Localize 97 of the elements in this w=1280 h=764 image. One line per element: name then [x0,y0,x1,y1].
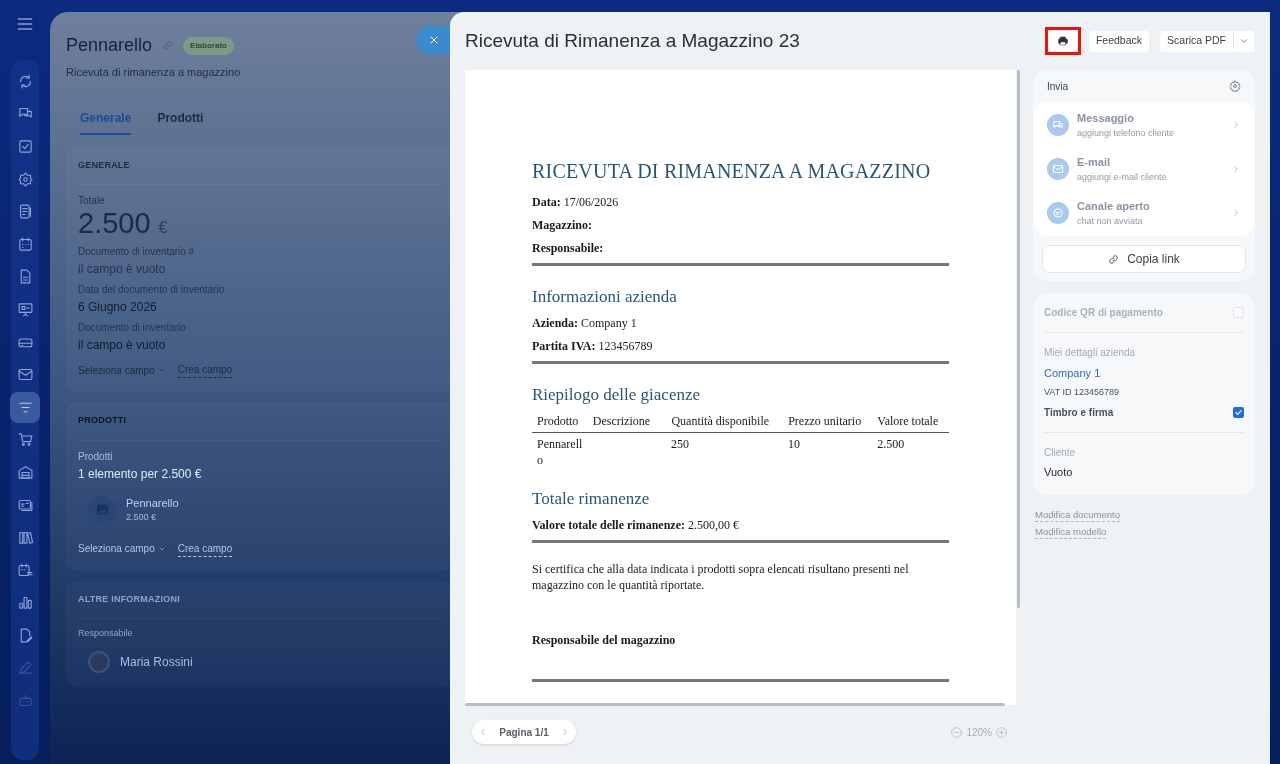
link-icon [1108,253,1120,265]
calendar-icon [16,235,34,253]
section-heading: Riepilogo delle giacenze [532,383,702,406]
signature-label: Responsabile del magazzino [532,631,677,649]
channel-hint: chat non avviata [1077,214,1143,228]
section-heading: Informazioni azienda [532,286,678,308]
chevron-left-icon [478,727,488,737]
field-label: Cliente [1044,446,1077,460]
field-label: Miei dettagli azienda [1044,346,1137,360]
checkbox-icon [16,138,34,155]
table-cell-text: Pennarello [536,436,584,468]
tab[interactable]: Prodotti [157,108,204,135]
field-value: 6 Giugno 2026 [78,299,157,316]
setting-label: Timbro e firma [1044,406,1114,420]
field-label: Data del documento di inventario [78,283,225,297]
certification-text: Si certifica che alla data indicata i prodotti sopra elencati risultano presenti nel magazzino con le quantità riportate. [532,560,910,593]
check-icon [1234,408,1243,417]
document-field: Data: 17/06/2026 [532,194,950,210]
send-title: Invia [1047,79,1069,94]
plus-circle-icon [995,725,1008,739]
schedule-icon [16,561,34,579]
presentation-icon [16,300,34,318]
field-label: Prodotti [78,449,114,464]
chevron-right-icon [1231,164,1241,174]
bar-chart-icon [16,594,34,612]
chevron-right-icon [560,727,570,737]
channel-name: Messaggio [1077,111,1134,126]
horizontal-scrollbar[interactable] [465,703,1005,706]
channel-name: E-mail [1077,155,1110,170]
chevron-down-icon [157,366,166,374]
section-heading: ALTRE INFORMAZIONI [78,592,180,606]
column-header: Valore totale [876,413,940,430]
table-cell-text: 250 [670,436,691,453]
select-field-dropdown[interactable]: Seleziona campo [78,541,166,556]
column-header: Descrizione [591,413,652,430]
column-header: Quantità disponibile [670,413,771,430]
status-badge: Elaborato [183,36,234,55]
create-field-link[interactable]: Crea campo [177,540,233,557]
column-header: Prezzo unitario [787,413,863,430]
field-label: Totale [78,194,106,208]
download-label[interactable]: Scarica PDF [1160,33,1234,49]
download-split-button[interactable]: Scarica PDF [1160,30,1254,52]
section-heading: Totale rimanenze [532,488,651,510]
section-heading: PRODOTTI [78,414,127,427]
currency-symbol: € [158,218,168,238]
zoom-level: 120% [966,725,992,740]
document-field: Magazzino: [532,217,950,233]
setting-label: Codice QR di pagamento [1044,306,1163,320]
edit-link[interactable]: Modifica documento [1035,508,1121,522]
document-field: Valore totale delle rimanenze: 2.500,00 € [532,516,950,533]
close-icon [428,34,440,46]
document-field: Responsabile: [532,240,950,256]
table-cell-text: 2.500 [876,436,906,453]
books-icon [16,529,34,547]
channel-name: Canale aperto [1077,199,1150,214]
document-heading: RICEVUTA DI RIMANENZA A MAGAZZINO [532,159,932,184]
edit-link[interactable]: Modifica modello [1035,525,1107,539]
document-field: Azienda: Company 1 [532,314,950,331]
field-label: Responsabile [78,627,133,640]
image-icon [95,503,109,516]
settings-icon [1229,80,1241,92]
sidebar-item[interactable] [10,391,40,423]
copy-link-button[interactable]: Copia link [1042,245,1246,273]
viewer-title: Ricevuta di Rimanenza a Magazzino 23 [465,28,801,53]
gear-icon [16,170,34,188]
field-value: 1 elemento per 2.500 € [78,465,202,483]
section-heading: GENERALE [78,158,130,172]
link-icon [162,40,174,51]
feedback-button[interactable]: Feedback [1088,30,1150,52]
cart-icon [16,431,34,449]
channel-hint: aggiungi telefono cliente [1077,126,1175,140]
company-link[interactable]: Company 1 [1044,365,1244,382]
chevron-right-icon [1231,208,1241,218]
checkbox[interactable] [1233,407,1244,418]
vertical-scrollbar[interactable] [1017,70,1020,608]
record-subtitle: Ricevuta di rimanenza a magazzino [66,65,242,80]
page-indicator: Pagina 1/1 [499,725,549,740]
chevron-right-icon [1231,120,1241,130]
warehouse-icon [16,463,34,481]
record-title: Pennarello [66,34,153,57]
vat-id: VAT ID 123456789 [1044,385,1121,399]
client-value: Vuoto [1044,465,1074,480]
document-field: Partita IVA: 123456789 [532,337,950,354]
pen-icon [16,659,34,677]
channel-hint: aggiungi e-mail cliente [1077,170,1167,184]
product-price: 2.500 € [126,511,158,524]
minus-circle-icon [950,725,964,739]
avatar [88,650,110,673]
field-label: Documento di inventario # [78,245,195,259]
column-header: Prodotto [536,413,580,430]
person-name[interactable]: Maria Rossini [120,652,193,671]
printer-icon [1056,35,1069,47]
field-value: il campo è vuoto [78,337,166,354]
total-amount: 2.500 [78,208,151,238]
table-cell-text: 10 [787,436,801,453]
product-name[interactable]: Pennarello [126,494,179,511]
chevron-down-icon [1239,36,1249,46]
